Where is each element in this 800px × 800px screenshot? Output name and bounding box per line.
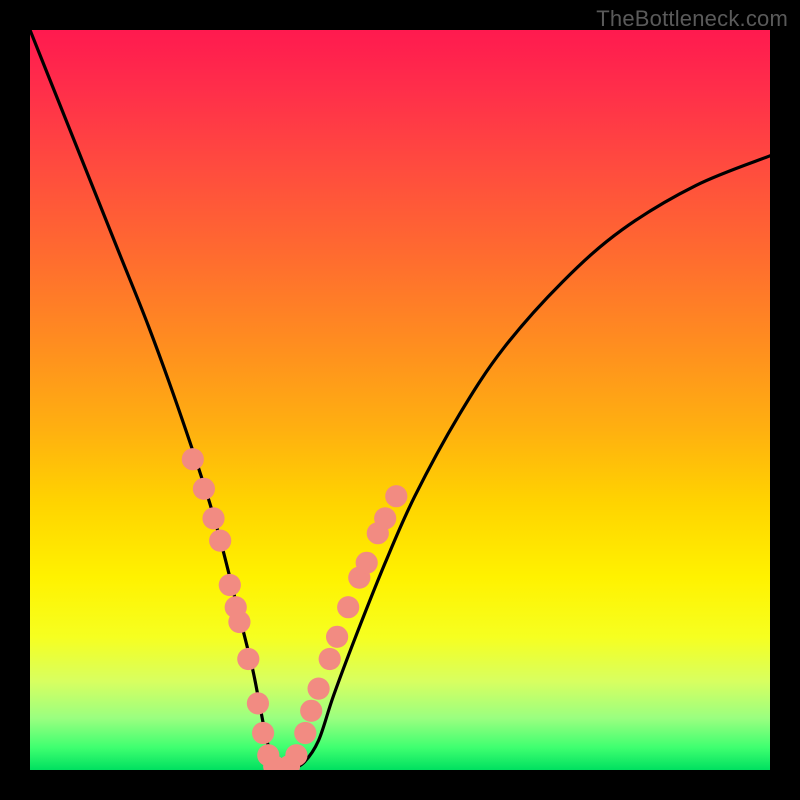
highlight-dot: [300, 700, 322, 722]
plot-area: [30, 30, 770, 770]
highlight-dot: [326, 626, 348, 648]
highlight-dot: [228, 611, 250, 633]
highlight-dot: [202, 507, 224, 529]
highlight-dot: [374, 507, 396, 529]
highlight-dot: [285, 744, 307, 766]
highlight-dot: [337, 596, 359, 618]
highlight-dot: [356, 552, 378, 574]
highlight-dots: [182, 448, 408, 770]
chart-svg: [30, 30, 770, 770]
watermark-text: TheBottleneck.com: [596, 6, 788, 32]
highlight-dot: [182, 448, 204, 470]
highlight-dot: [385, 485, 407, 507]
highlight-dot: [308, 678, 330, 700]
highlight-dot: [209, 530, 231, 552]
highlight-dot: [237, 648, 259, 670]
highlight-dot: [193, 478, 215, 500]
highlight-dot: [219, 574, 241, 596]
highlight-dot: [294, 722, 316, 744]
highlight-dot: [247, 692, 269, 714]
bottleneck-curve: [30, 30, 770, 770]
highlight-dot: [252, 722, 274, 744]
outer-frame: TheBottleneck.com: [0, 0, 800, 800]
highlight-dot: [319, 648, 341, 670]
